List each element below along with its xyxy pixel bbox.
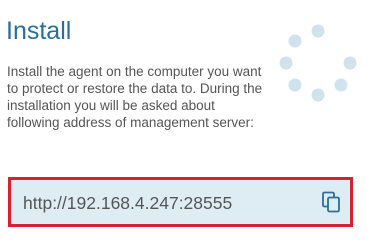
install-title: Install — [6, 17, 72, 45]
loading-spinner-icon — [275, 20, 360, 105]
install-card: Install Install the agent on the compute… — [0, 0, 367, 245]
copy-icon — [322, 191, 340, 213]
server-address-box: http://192.168.4.247:28555 — [8, 177, 353, 227]
install-description: Install the agent on the computer you wa… — [7, 64, 263, 130]
copy-address-button[interactable] — [320, 190, 342, 214]
server-address-text[interactable]: http://192.168.4.247:28555 — [23, 192, 232, 214]
